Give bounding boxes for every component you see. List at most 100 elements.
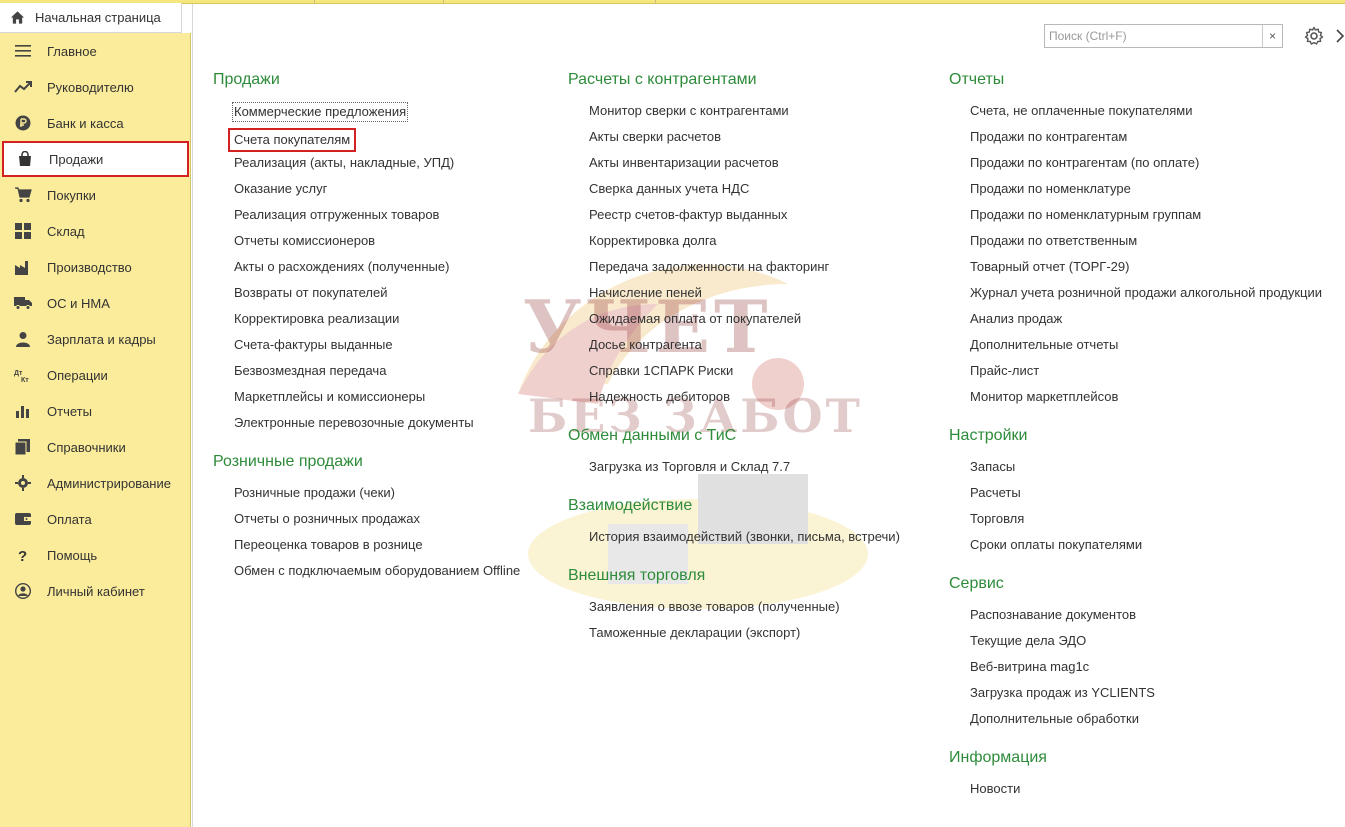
nav-link-label: Акты сверки расчетов [589, 129, 722, 144]
sidebar-item[interactable]: Справочники [0, 429, 190, 465]
home-tab[interactable]: Начальная страница [0, 3, 182, 33]
sidebar-item[interactable]: Производство [0, 249, 190, 285]
nav-link[interactable]: Возвраты от покупателей [213, 284, 522, 310]
nav-link-label: Монитор маркетплейсов [970, 389, 1119, 404]
nav-link[interactable]: Заявления о ввозе товаров (полученные) [568, 598, 902, 624]
nav-link[interactable]: Безвозмездная передача [213, 362, 522, 388]
group-title: Розничные продажи [213, 453, 363, 470]
nav-link[interactable]: Реализация (акты, накладные, УПД) [213, 154, 522, 180]
nav-link[interactable]: Электронные перевозочные документы [213, 414, 522, 440]
sidebar-item-label: Справочники [47, 439, 126, 455]
nav-link[interactable]: Счета покупателям [213, 128, 522, 154]
nav-link[interactable]: Продажи по контрагентам [949, 128, 1324, 154]
nav-link-label: Реализация (акты, накладные, УПД) [234, 155, 455, 170]
nav-link-label: Сверка данных учета НДС [589, 181, 750, 196]
nav-link[interactable]: Расчеты [949, 484, 1324, 510]
column-1: Продажи Коммерческие предложения Счета пок… [213, 68, 522, 588]
nav-link[interactable]: Монитор маркетплейсов [949, 388, 1324, 414]
nav-link-label: Обмен с подключаемым оборудованием Offli… [234, 563, 521, 578]
sidebar-item[interactable]: Продажи [2, 141, 189, 177]
sidebar-item[interactable]: Оплата [0, 501, 190, 537]
nav-link[interactable]: Оказание услуг [213, 180, 522, 206]
nav-link[interactable]: Продажи по номенклатурным группам [949, 206, 1324, 232]
nav-link[interactable]: Отчеты комиссионеров [213, 232, 522, 258]
nav-link[interactable]: История взаимодействий (звонки, письма, … [568, 528, 902, 554]
sidebar-item[interactable]: Склад [0, 213, 190, 249]
nav-link-label: Счета, не оплаченные покупателями [970, 103, 1193, 118]
sidebar-item[interactable]: ? Помощь [0, 537, 190, 573]
home-icon [10, 10, 25, 25]
sidebar-item[interactable]: Отчеты [0, 393, 190, 429]
nav-link[interactable]: Сверка данных учета НДС [568, 180, 902, 206]
sidebar-item[interactable]: Руководителю [0, 69, 190, 105]
nav-link[interactable]: Торговля [949, 510, 1324, 536]
settings-gear-icon[interactable] [1304, 26, 1324, 46]
nav-link-label: Справки 1СПАРК Риски [589, 363, 734, 378]
nav-link[interactable]: Отчеты о розничных продажах [213, 510, 522, 536]
nav-link[interactable]: Дополнительные отчеты [949, 336, 1324, 362]
sidebar-item[interactable]: Личный кабинет [0, 573, 190, 609]
svg-text:?: ? [18, 548, 27, 563]
sidebar-item[interactable]: Банк и касса [0, 105, 190, 141]
nav-link[interactable]: Продажи по контрагентам (по оплате) [949, 154, 1324, 180]
nav-link[interactable]: Текущие дела ЭДО [949, 632, 1324, 658]
sidebar-item[interactable]: Зарплата и кадры [0, 321, 190, 357]
nav-link[interactable]: Акты о расхождениях (полученные) [213, 258, 522, 284]
nav-link[interactable]: Продажи по ответственным [949, 232, 1324, 258]
nav-link[interactable]: Анализ продаж [949, 310, 1324, 336]
nav-link[interactable]: Журнал учета розничной продажи алкогольн… [949, 284, 1324, 310]
nav-link-label: Запасы [970, 459, 1016, 474]
nav-link[interactable]: Веб-витрина mag1c [949, 658, 1324, 684]
chevron-right-icon[interactable] [1334, 28, 1345, 44]
nav-link[interactable]: Дополнительные обработки [949, 710, 1324, 736]
nav-link[interactable]: Новости [949, 780, 1324, 806]
group-title: Обмен данными с ТиС [568, 427, 737, 444]
sidebar-item[interactable]: Администрирование [0, 465, 190, 501]
nav-link[interactable]: Реализация отгруженных товаров [213, 206, 522, 232]
nav-link[interactable]: Продажи по номенклатуре [949, 180, 1324, 206]
nav-link[interactable]: Коммерческие предложения [213, 102, 522, 128]
nav-link[interactable]: Справки 1СПАРК Риски [568, 362, 902, 388]
nav-link-label: Сроки оплаты покупателями [970, 537, 1143, 552]
nav-link[interactable]: Обмен с подключаемым оборудованием Offli… [213, 562, 522, 588]
nav-link[interactable]: Распознавание документов [949, 606, 1324, 632]
nav-link[interactable]: Счета, не оплаченные покупателями [949, 102, 1324, 128]
column-3: Отчеты Счета, не оплаченные покупателями П… [949, 68, 1324, 806]
nav-link[interactable]: Надежность дебиторов [568, 388, 902, 414]
sidebar-item[interactable]: ОС и НМА [0, 285, 190, 321]
nav-link[interactable]: Досье контрагента [568, 336, 902, 362]
nav-link-label: Продажи по контрагентам (по оплате) [970, 155, 1200, 170]
nav-link[interactable]: Акты инвентаризации расчетов [568, 154, 902, 180]
nav-link[interactable]: Реестр счетов-фактур выданных [568, 206, 902, 232]
nav-link[interactable]: Прайс-лист [949, 362, 1324, 388]
clear-search-button[interactable]: × [1262, 25, 1282, 47]
sidebar-item-label: Помощь [47, 547, 98, 563]
nav-link[interactable]: Передача задолженности на факторинг [568, 258, 902, 284]
sidebar-item[interactable]: Главное [0, 33, 190, 69]
nav-link[interactable]: Розничные продажи (чеки) [213, 484, 522, 510]
group-title: Сервис [949, 575, 1004, 592]
nav-link[interactable]: Запасы [949, 458, 1324, 484]
nav-link[interactable]: Сроки оплаты покупателями [949, 536, 1324, 562]
nav-link[interactable]: Корректировка реализации [213, 310, 522, 336]
nav-link[interactable]: Начисление пеней [568, 284, 902, 310]
nav-link-label: Продажи по номенклатуре [970, 181, 1131, 196]
nav-link[interactable]: Таможенные декларации (экспорт) [568, 624, 902, 650]
nav-link[interactable]: Монитор сверки с контрагентами [568, 102, 902, 128]
nav-link[interactable]: Корректировка долга [568, 232, 902, 258]
wallet-icon [14, 510, 32, 528]
nav-link[interactable]: Загрузка из Торговля и Склад 7.7 [568, 458, 902, 484]
nav-link-label: Акты инвентаризации расчетов [589, 155, 779, 170]
sidebar-item[interactable]: Покупки [0, 177, 190, 213]
nav-link[interactable]: Маркетплейсы и комиссионеры [213, 388, 522, 414]
nav-link-label: Реализация отгруженных товаров [234, 207, 440, 222]
nav-link[interactable]: Загрузка продаж из YCLIENTS [949, 684, 1324, 710]
nav-link-label: Корректировка реализации [234, 311, 400, 326]
nav-link[interactable]: Счета-фактуры выданные [213, 336, 522, 362]
nav-link[interactable]: Переоценка товаров в рознице [213, 536, 522, 562]
nav-link[interactable]: Ожидаемая оплата от покупателей [568, 310, 902, 336]
nav-link[interactable]: Товарный отчет (ТОРГ-29) [949, 258, 1324, 284]
search-input[interactable] [1045, 26, 1262, 46]
nav-link[interactable]: Акты сверки расчетов [568, 128, 902, 154]
sidebar-item[interactable]: Дт Кт Операции [0, 357, 190, 393]
